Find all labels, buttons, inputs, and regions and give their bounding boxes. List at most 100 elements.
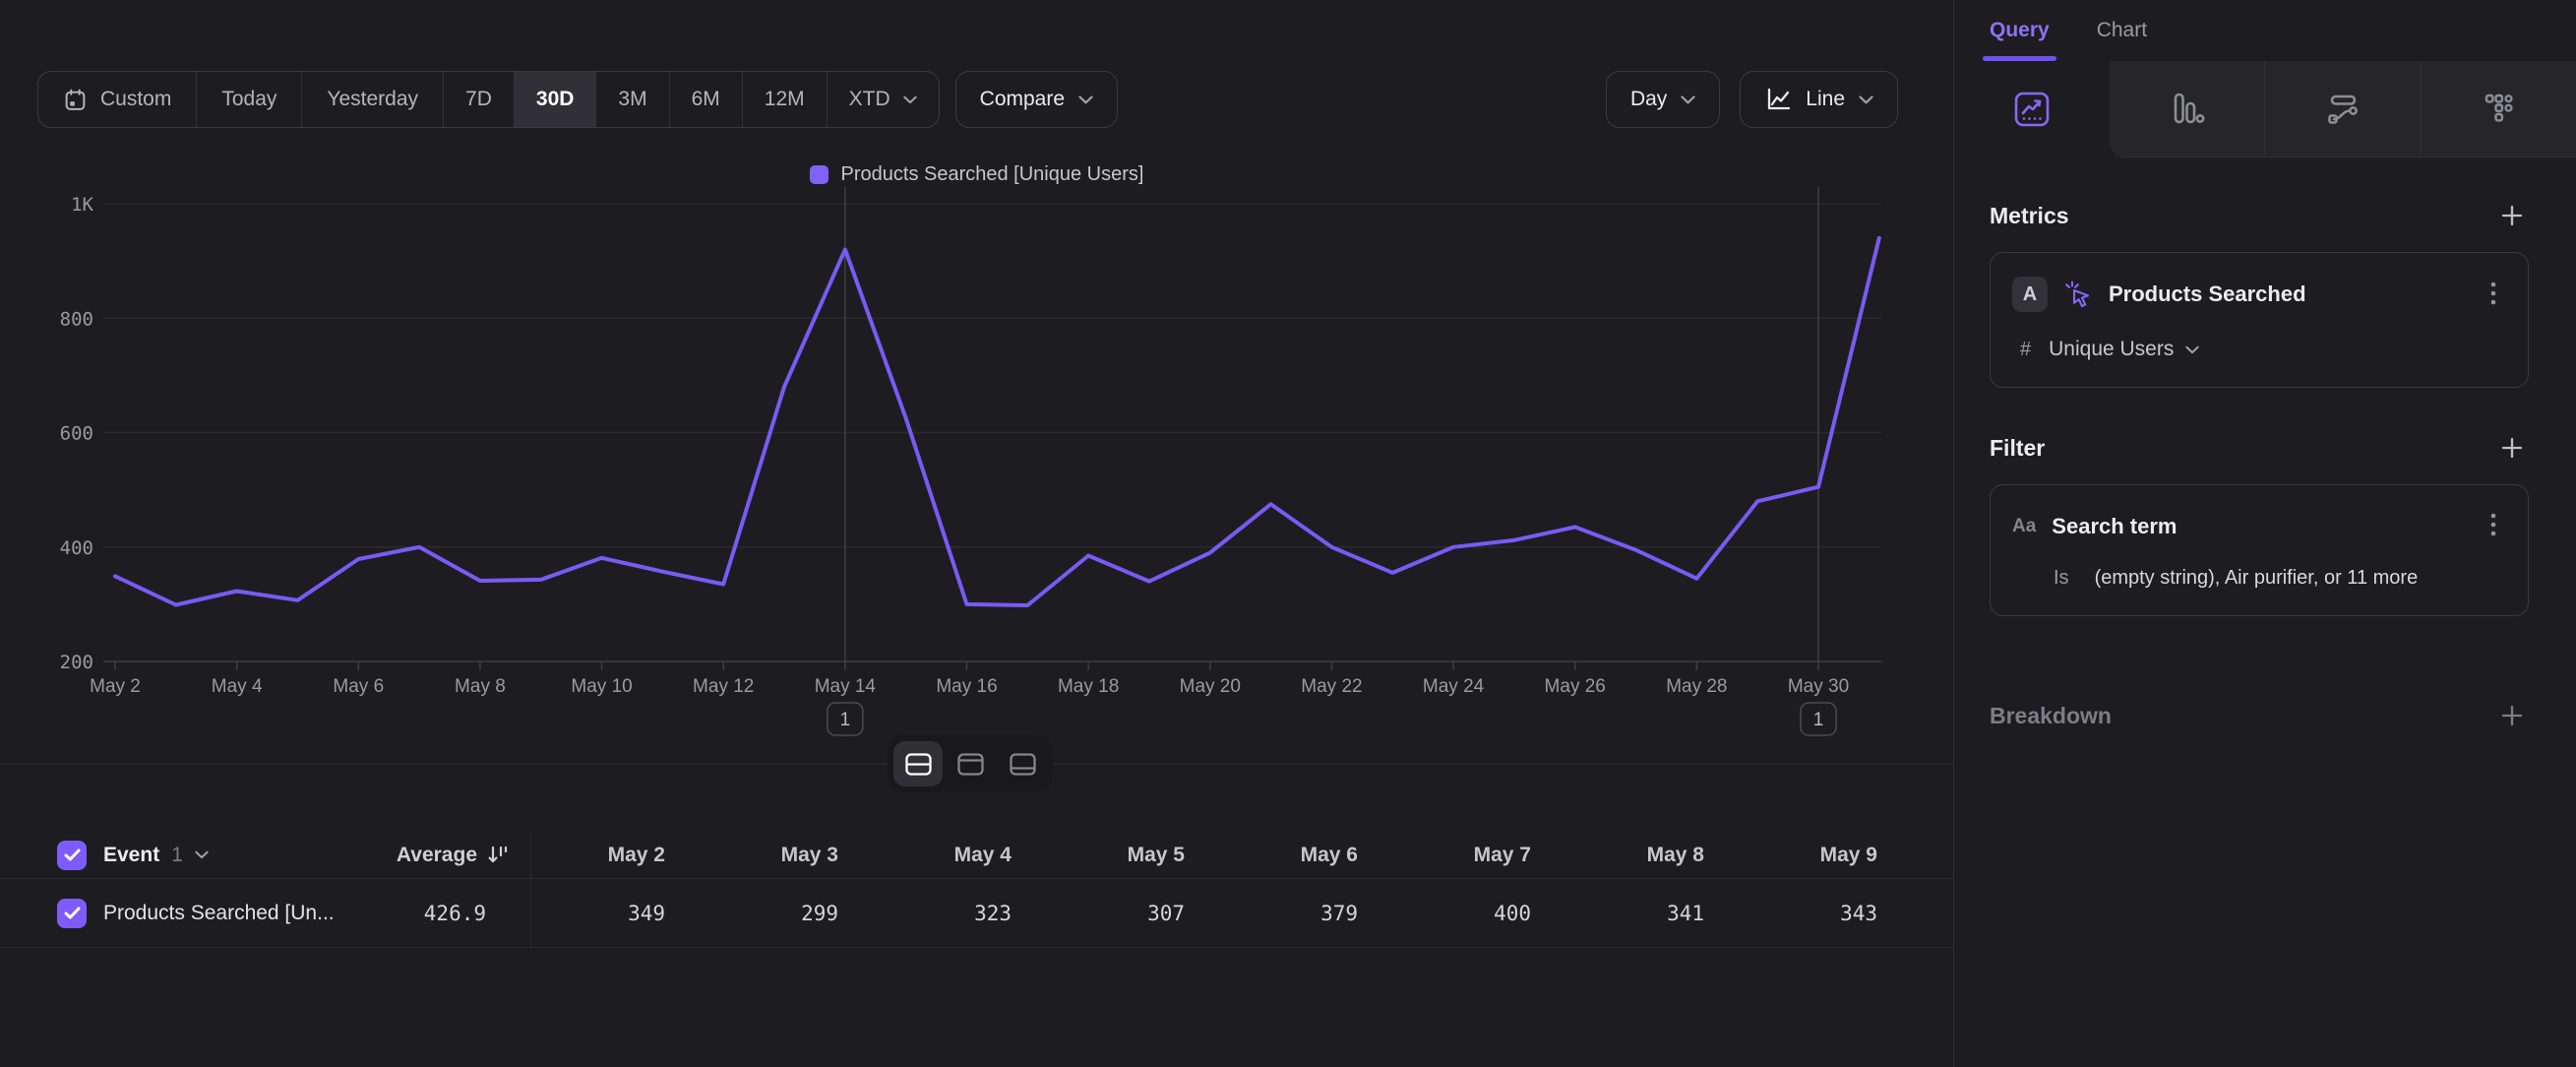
metric-row[interactable]: A Products Searched xyxy=(2012,277,2504,312)
svg-text:1: 1 xyxy=(840,710,851,730)
x-axis-tick-label: May 12 xyxy=(693,676,754,697)
metrics-section-header: Metrics xyxy=(1990,199,2529,232)
date-range-label: Today xyxy=(221,88,276,111)
filter-kebab-menu[interactable] xyxy=(2483,509,2504,543)
aggregation-dropdown[interactable]: Unique Users xyxy=(2049,338,2199,361)
metrics-heading: Metrics xyxy=(1990,203,2069,229)
y-axis-tick-label: 800 xyxy=(60,308,93,330)
x-axis-tick-label: May 26 xyxy=(1545,676,1606,697)
filter-operator: Is xyxy=(2054,567,2069,590)
check-icon xyxy=(64,907,81,919)
report-type-tabs xyxy=(1954,61,2576,157)
filter-row[interactable]: Aa Search term xyxy=(2012,509,2504,543)
x-axis-tick-label: May 2 xyxy=(90,676,141,697)
chevron-down-icon xyxy=(2185,345,2199,354)
chart-type-button[interactable]: Line xyxy=(1740,71,1898,128)
compare-button[interactable]: Compare xyxy=(955,71,1118,128)
chevron-down-icon xyxy=(195,850,209,859)
tab-chart[interactable]: Chart xyxy=(2097,0,2147,61)
select-all-checkbox[interactable] xyxy=(57,841,87,870)
table-row[interactable]: Products Searched [Un... 426.9 349299323… xyxy=(0,879,1953,948)
add-metric-button[interactable] xyxy=(2495,199,2529,232)
date-column-header: May 2 xyxy=(529,844,703,867)
date-column-header: May 6 xyxy=(1222,844,1395,867)
report-tab-flows[interactable] xyxy=(2264,61,2421,157)
x-axis-tick-label: May 30 xyxy=(1788,676,1849,697)
filter-value: (empty string), Air purifier, or 11 more xyxy=(2095,567,2419,590)
main-panel: Custom Today Yesterday 7D 30D3M 6M 12M XTD Comp… xyxy=(0,0,1953,1067)
insights-icon xyxy=(2009,87,2055,132)
svg-text:1: 1 xyxy=(1813,710,1824,730)
x-axis-tick-label: May 28 xyxy=(1666,676,1727,697)
analytics-app: Custom Today Yesterday 7D 30D3M 6M 12M XTD Comp… xyxy=(0,0,2576,1067)
annotation-badge[interactable]: 1 xyxy=(828,703,863,735)
x-axis-tick-label: May 8 xyxy=(455,676,506,697)
average-header-cell[interactable]: Average xyxy=(305,844,529,867)
x-axis-tick-label: May 16 xyxy=(936,676,997,697)
x-axis-tick-label: May 14 xyxy=(815,676,877,697)
annotation-badge[interactable]: 1 xyxy=(1801,703,1836,735)
breakdown-section-header: Breakdown xyxy=(1990,699,2529,732)
chevron-down-icon xyxy=(903,95,917,104)
y-axis-tick-label: 400 xyxy=(60,537,93,559)
date-range-custom[interactable]: Custom xyxy=(38,72,196,127)
report-tab-insights[interactable] xyxy=(1954,61,2110,157)
date-column-header: May 7 xyxy=(1395,844,1568,867)
event-header-cell: Event 1 xyxy=(0,841,305,870)
chart-view-icon xyxy=(957,753,984,776)
date-range-label: 7D xyxy=(465,88,492,111)
series-name: Products Searched [Un... xyxy=(103,902,335,925)
event-row-cell: Products Searched [Un... xyxy=(0,899,305,928)
calendar-icon xyxy=(63,88,88,112)
column-separator xyxy=(530,832,531,949)
filter-condition-row[interactable]: Is (empty string), Air purifier, or 11 m… xyxy=(2012,567,2504,590)
event-column-dropdown[interactable]: Event 1 xyxy=(103,844,209,867)
date-range-yesterday[interactable]: Yesterday xyxy=(301,72,443,127)
compare-label: Compare xyxy=(980,88,1065,111)
y-axis-tick-label: 200 xyxy=(60,652,93,673)
cell-value: 400 xyxy=(1395,902,1568,925)
filter-property-name: Search term xyxy=(2052,514,2177,539)
row-checkbox[interactable] xyxy=(57,899,87,928)
add-breakdown-button[interactable] xyxy=(2495,699,2529,732)
chart-view-button[interactable] xyxy=(946,741,995,786)
x-axis-tick-label: May 22 xyxy=(1301,676,1362,697)
date-range-30d[interactable]: 30D xyxy=(514,72,596,127)
plus-icon xyxy=(2499,435,2525,461)
date-range-6m[interactable]: 6M xyxy=(669,72,742,127)
string-property-icon: Aa xyxy=(2012,516,2036,537)
date-range-label: 6M xyxy=(692,88,720,111)
kebab-icon xyxy=(2490,513,2496,536)
x-axis-tick-label: May 4 xyxy=(212,676,263,697)
filter-heading: Filter xyxy=(1990,435,2045,462)
date-range-12m[interactable]: 12M xyxy=(742,72,827,127)
average-value-cell: 426.9 xyxy=(305,902,529,925)
flows-icon xyxy=(2320,87,2365,132)
add-filter-button[interactable] xyxy=(2495,431,2529,465)
table-header-row: Event 1 Average May 2May 3May 4May 5May … xyxy=(0,832,1953,879)
plus-icon xyxy=(2499,203,2525,228)
metric-letter-badge: A xyxy=(2012,277,2048,312)
split-view-button[interactable] xyxy=(893,741,943,786)
hash-icon: # xyxy=(2020,339,2031,361)
x-axis-tick-label: May 10 xyxy=(571,676,632,697)
table-view-icon xyxy=(1010,753,1036,776)
report-tab-retention[interactable] xyxy=(2421,61,2576,157)
date-range-today[interactable]: Today xyxy=(196,72,301,127)
date-range-label: 12M xyxy=(765,88,805,111)
results-table: Event 1 Average May 2May 3May 4May 5May … xyxy=(0,832,1953,948)
split-view-icon xyxy=(905,753,932,776)
line-chart-icon xyxy=(1764,87,1792,112)
date-range-3m[interactable]: 3M xyxy=(595,72,668,127)
metric-kebab-menu[interactable] xyxy=(2483,278,2504,312)
event-click-icon xyxy=(2063,280,2093,309)
cell-value: 379 xyxy=(1222,902,1395,925)
table-view-button[interactable] xyxy=(998,741,1047,786)
aggregation-row: # Unique Users xyxy=(2012,338,2504,361)
tab-query[interactable]: Query xyxy=(1990,0,2050,61)
date-range-xtd[interactable]: XTD xyxy=(827,72,939,127)
granularity-button[interactable]: Day xyxy=(1606,71,1720,128)
breakdown-heading: Breakdown xyxy=(1990,703,2112,729)
date-range-7d[interactable]: 7D xyxy=(443,72,514,127)
report-tab-funnels[interactable] xyxy=(2110,61,2265,157)
